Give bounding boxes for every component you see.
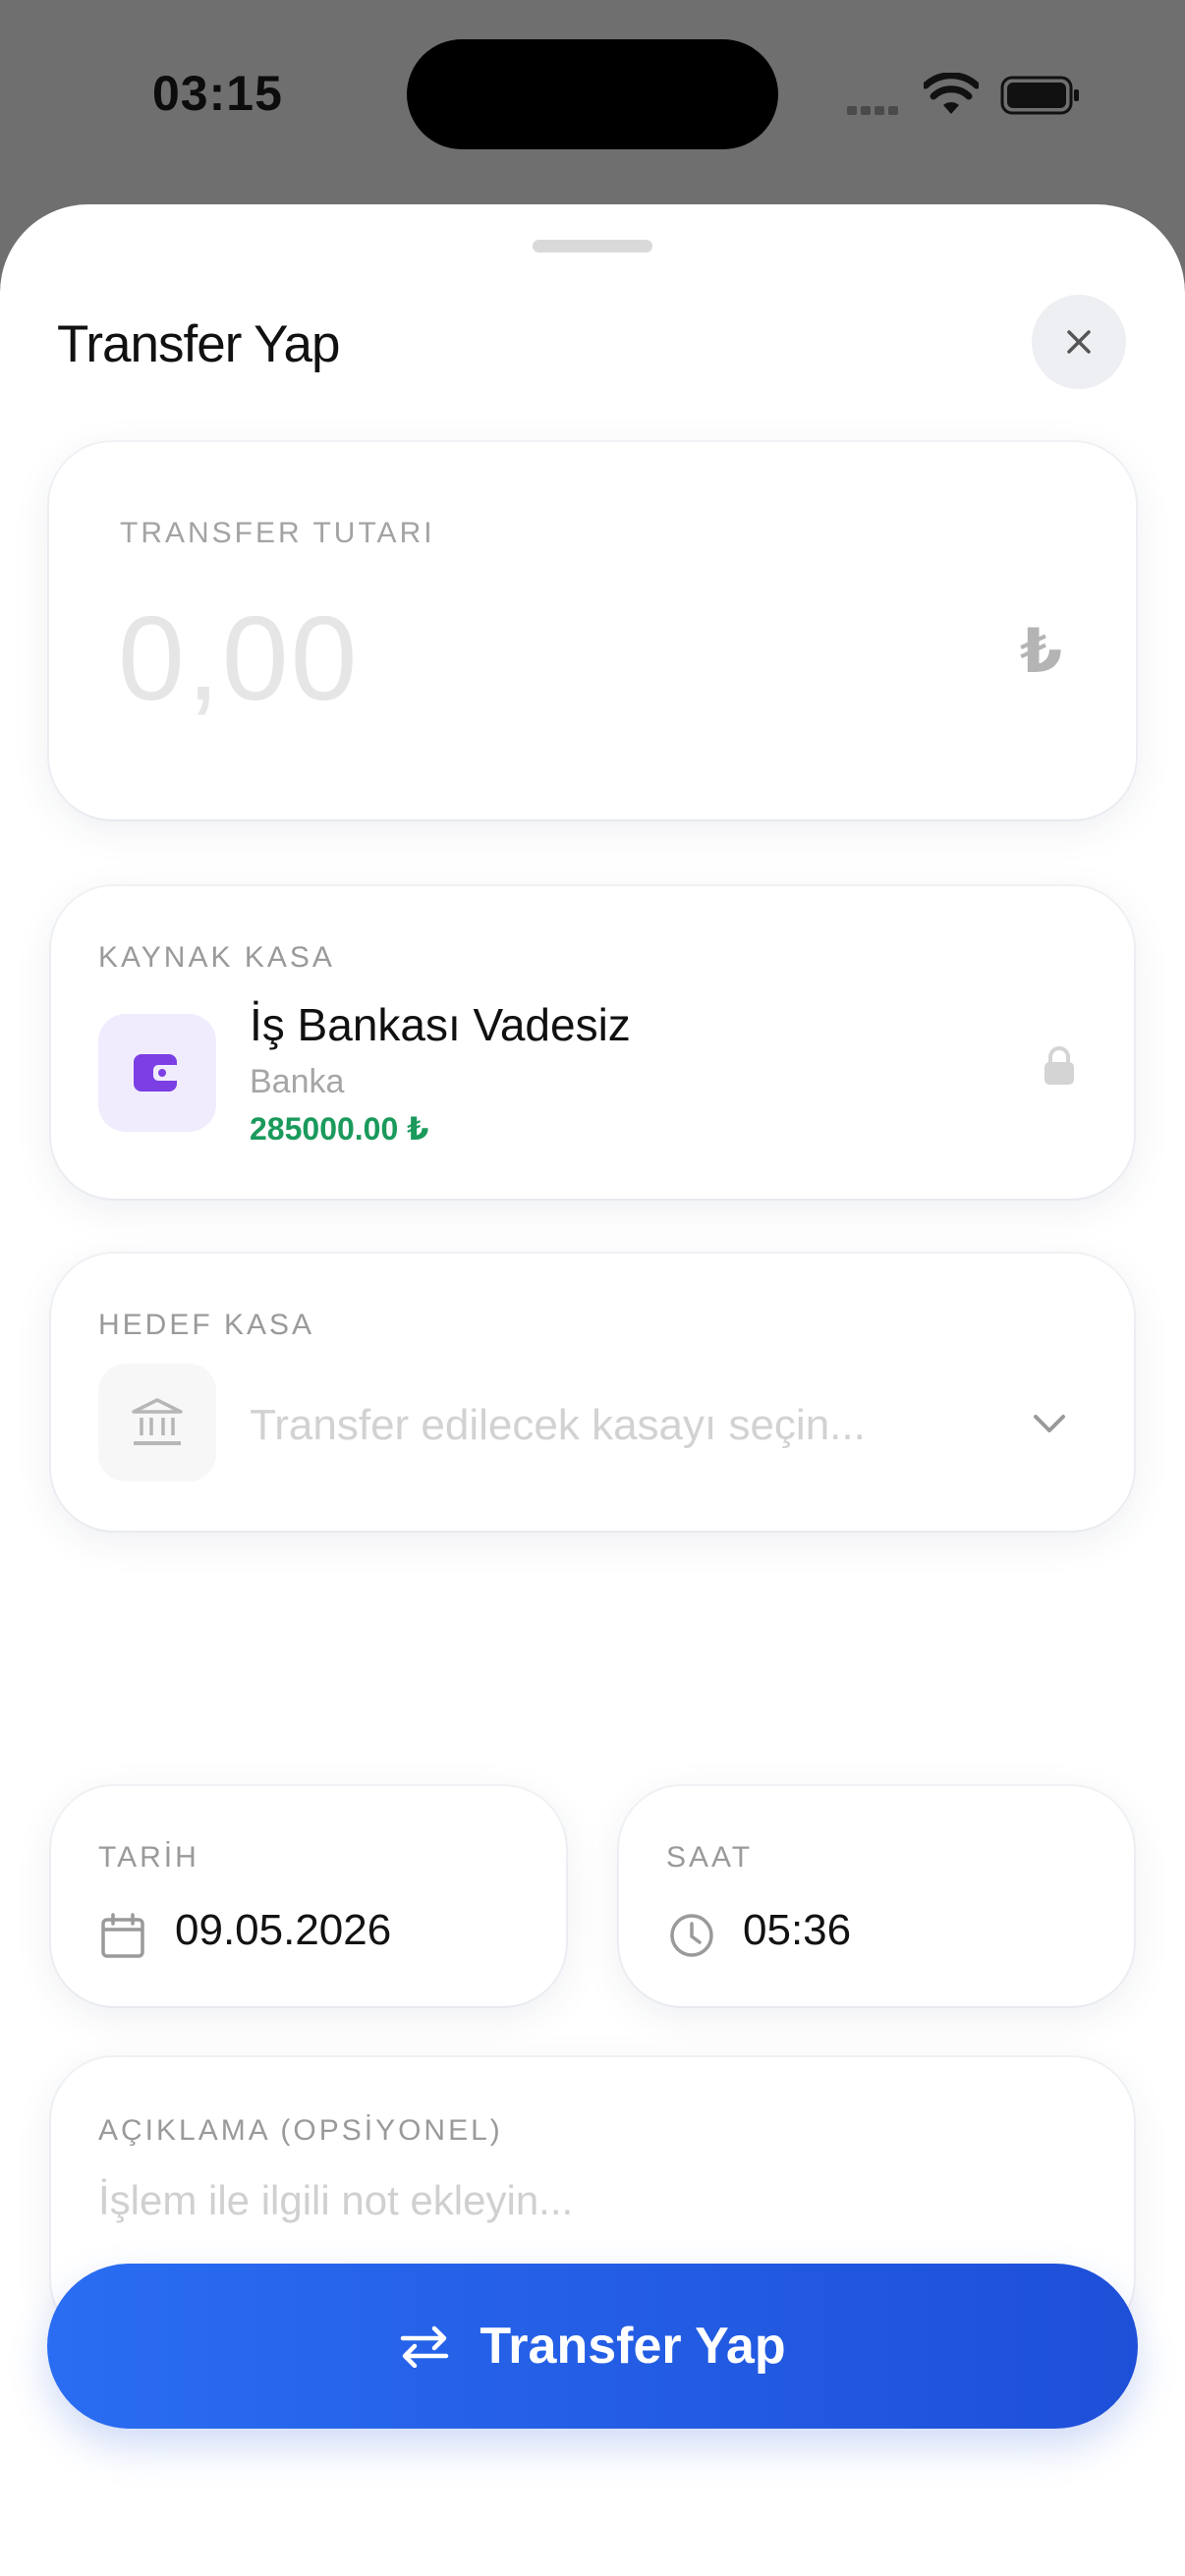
calendar-icon [101, 1913, 144, 1958]
status-bar: 03:15 [0, 0, 1185, 196]
transfer-submit-label: Transfer Yap [480, 2318, 786, 2375]
close-button[interactable] [1032, 295, 1126, 389]
date-card[interactable]: TARİH 09.05.2026 [51, 1786, 566, 2006]
target-account-card[interactable]: HEDEF KASA Transfer edilecek kasayı seçi… [51, 1254, 1134, 1531]
dynamic-island [407, 39, 778, 149]
currency-symbol: ₺ [1020, 618, 1063, 686]
description-input[interactable]: İşlem ile ilgili not ekleyin... [98, 2177, 573, 2224]
target-account-select[interactable]: Transfer edilecek kasayı seçin... [250, 1401, 866, 1450]
source-account-card: KAYNAK KASA İş Bankası Vadesiz Banka 285… [51, 886, 1134, 1199]
target-label: HEDEF KASA [98, 1309, 315, 1341]
source-label: KAYNAK KASA [98, 941, 335, 974]
time-value[interactable]: 05:36 [743, 1906, 851, 1955]
clock-icon [670, 1914, 713, 1957]
chevron-down-icon[interactable] [1030, 1411, 1069, 1436]
amount-label: TRANSFER TUTARI [120, 517, 435, 549]
transfer-arrows-icon [401, 2325, 449, 2368]
bank-icon [132, 1398, 183, 1445]
date-value[interactable]: 09.05.2026 [175, 1906, 391, 1955]
source-account-balance: 285000.00 ₺ [250, 1111, 429, 1147]
date-label: TARİH [98, 1841, 199, 1874]
source-account-type: Banka [250, 1063, 345, 1100]
wifi-icon [924, 73, 979, 114]
lock-icon [1044, 1046, 1074, 1085]
bank-icon-tile [98, 1364, 216, 1482]
time-card[interactable]: SAAT 05:36 [619, 1786, 1134, 2006]
battery-icon [1000, 76, 1079, 115]
status-time: 03:15 [152, 66, 283, 121]
cellular-signal-icon [847, 102, 902, 120]
wallet-icon [134, 1054, 181, 1092]
close-icon [1067, 330, 1091, 354]
time-label: SAAT [666, 1841, 754, 1874]
amount-card[interactable]: TRANSFER TUTARI 0,00 ₺ [49, 442, 1136, 819]
transfer-sheet: Transfer Yap TRANSFER TUTARI 0,00 ₺ KAYN… [0, 204, 1185, 2576]
description-label: AÇIKLAMA (OPSİYONEL) [98, 2114, 503, 2147]
amount-input[interactable]: 0,00 [118, 589, 359, 727]
source-account-name: İş Bankası Vadesiz [250, 999, 631, 1050]
sheet-title: Transfer Yap [57, 315, 340, 373]
sheet-grabber[interactable] [533, 240, 652, 252]
transfer-submit-button[interactable]: Transfer Yap [47, 2264, 1138, 2429]
wallet-icon-tile [98, 1014, 216, 1132]
